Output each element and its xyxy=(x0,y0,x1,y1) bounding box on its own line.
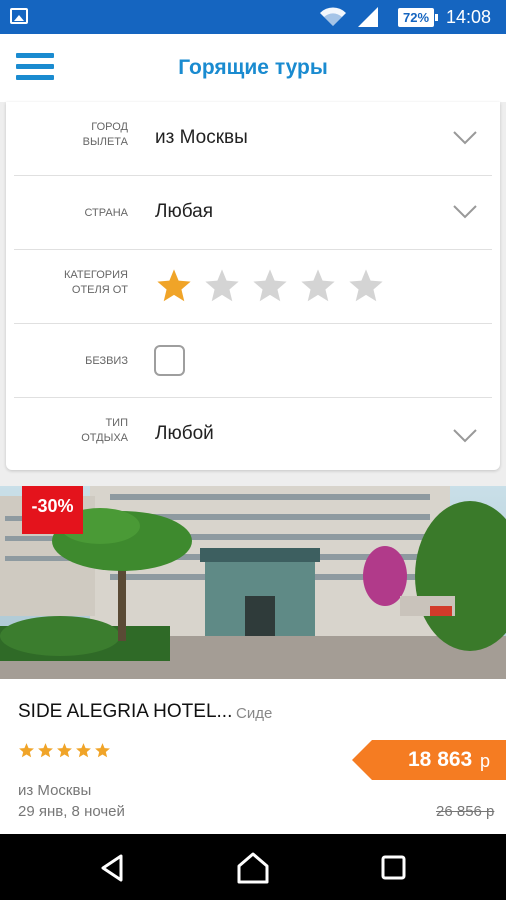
back-icon[interactable] xyxy=(93,850,133,886)
hotel-card[interactable]: -30% SIDE ALEGRIA HOTEL... Сиде 18 863 р… xyxy=(0,486,506,834)
rest-type-label: Тип отдыха xyxy=(81,417,128,444)
hotel-category-label: Категория отеля от xyxy=(63,269,128,296)
visa-free-label: Безвиз xyxy=(85,355,128,367)
visa-free-checkbox[interactable] xyxy=(154,345,185,376)
image-notification-icon xyxy=(10,8,28,24)
price-currency: р xyxy=(480,751,491,771)
hotel-city: Сиде xyxy=(236,705,273,722)
chevron-down-icon xyxy=(453,131,477,145)
star-icon[interactable] xyxy=(297,267,339,305)
hotel-category-row: Категория отеля от xyxy=(14,250,492,324)
star-icon[interactable] xyxy=(201,267,243,305)
app-bar: Горящие туры xyxy=(0,34,506,102)
wifi-icon xyxy=(320,7,346,26)
battery-icon: 72% xyxy=(398,8,438,27)
chevron-down-icon xyxy=(453,205,477,219)
recents-icon[interactable] xyxy=(373,850,413,886)
departure-text: из Москвы xyxy=(18,782,92,799)
rest-type-select[interactable]: Тип отдыха Любой xyxy=(14,398,492,472)
departure-city-value: из Москвы xyxy=(155,127,248,148)
signal-icon xyxy=(358,7,378,27)
price-tag: 18 863 р xyxy=(352,740,506,780)
star-icon xyxy=(19,743,34,758)
star-icon xyxy=(57,743,72,758)
country-value: Любая xyxy=(155,201,214,222)
discount-badge: -30% xyxy=(22,486,83,534)
country-label: Страна xyxy=(84,207,128,219)
country-select[interactable]: Страна Любая xyxy=(14,176,492,250)
tour-dates: 29 янв, 8 ночей xyxy=(18,803,125,820)
nav-bar xyxy=(0,834,506,900)
rest-type-value: Любой xyxy=(155,423,214,444)
departure-city-label: Город вылета xyxy=(82,121,128,148)
star-icon[interactable] xyxy=(249,267,291,305)
star-icon xyxy=(38,743,53,758)
status-bar: 72% 14:08 xyxy=(0,0,506,34)
status-time: 14:08 xyxy=(446,7,492,27)
hotel-category-rating xyxy=(153,267,393,305)
visa-free-row: Безвиз xyxy=(14,324,492,398)
star-icon xyxy=(76,743,91,758)
filter-card: Город вылета из Москвы Страна Любая Кате… xyxy=(6,102,500,470)
hotel-name: SIDE ALEGRIA HOTEL... xyxy=(18,701,233,722)
chevron-down-icon xyxy=(453,429,477,443)
price-value: 18 863 xyxy=(408,748,473,771)
old-price: 26 856 р xyxy=(436,803,495,820)
star-icon[interactable] xyxy=(153,267,195,305)
home-icon[interactable] xyxy=(233,850,273,886)
hotel-stars xyxy=(18,742,113,759)
page-title: Горящие туры xyxy=(178,56,328,79)
star-icon[interactable] xyxy=(345,267,387,305)
departure-city-select[interactable]: Город вылета из Москвы xyxy=(14,102,492,176)
star-icon xyxy=(95,743,110,758)
